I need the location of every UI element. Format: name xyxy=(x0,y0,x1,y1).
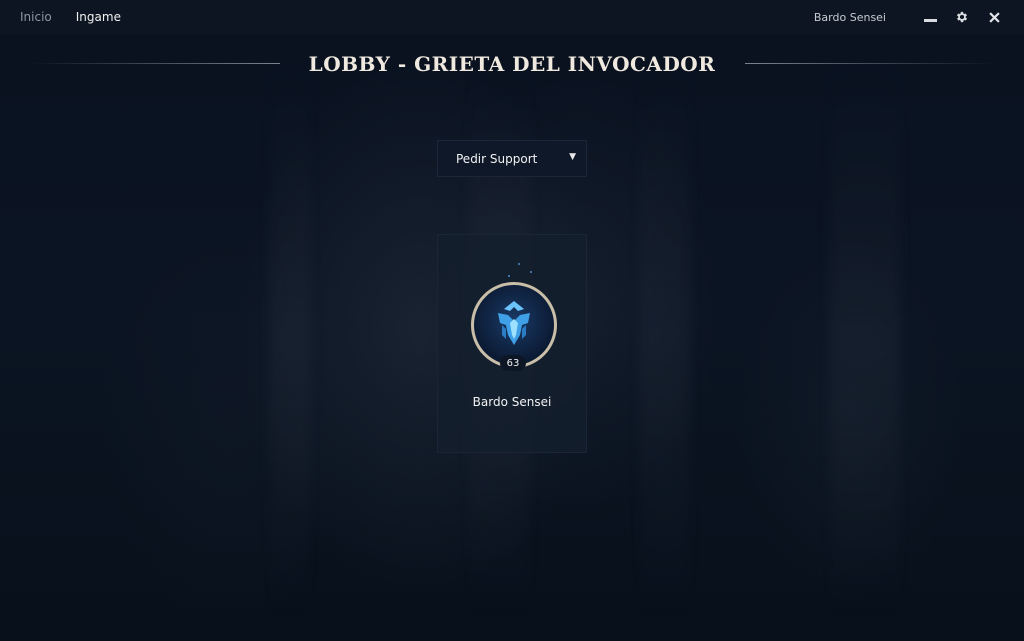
summoner-icon xyxy=(498,301,530,345)
sparkle xyxy=(518,263,520,265)
title-divider-left xyxy=(30,63,280,64)
page-title: LOBBY - GRIETA DEL INVOCADOR xyxy=(308,52,716,76)
sparkle xyxy=(530,271,532,273)
background-texture xyxy=(830,60,900,620)
close-icon[interactable] xyxy=(984,7,1004,27)
sparkle xyxy=(508,275,510,277)
role-dropdown[interactable]: Pedir Support ▼ xyxy=(437,140,587,177)
top-bar: Inicio Ingame Bardo Sensei xyxy=(0,0,1024,34)
background-texture xyxy=(640,60,690,620)
username[interactable]: Bardo Sensei xyxy=(814,11,886,24)
minimize-icon[interactable] xyxy=(920,7,940,27)
role-dropdown-value: Pedir Support xyxy=(456,151,538,166)
title-row: LOBBY - GRIETA DEL INVOCADOR xyxy=(0,46,1024,82)
member-name: Bardo Sensei xyxy=(472,395,552,409)
background-texture xyxy=(270,60,310,620)
nav-ingame[interactable]: Ingame xyxy=(76,10,121,24)
window-controls: Bardo Sensei xyxy=(814,7,1004,27)
level-badge: 63 xyxy=(500,355,526,371)
nav-inicio[interactable]: Inicio xyxy=(20,10,52,24)
gear-icon[interactable] xyxy=(952,7,972,27)
title-divider-right xyxy=(745,63,995,64)
lobby-member-card: 63 Bardo Sensei xyxy=(437,234,587,453)
chevron-down-icon: ▼ xyxy=(569,152,576,162)
